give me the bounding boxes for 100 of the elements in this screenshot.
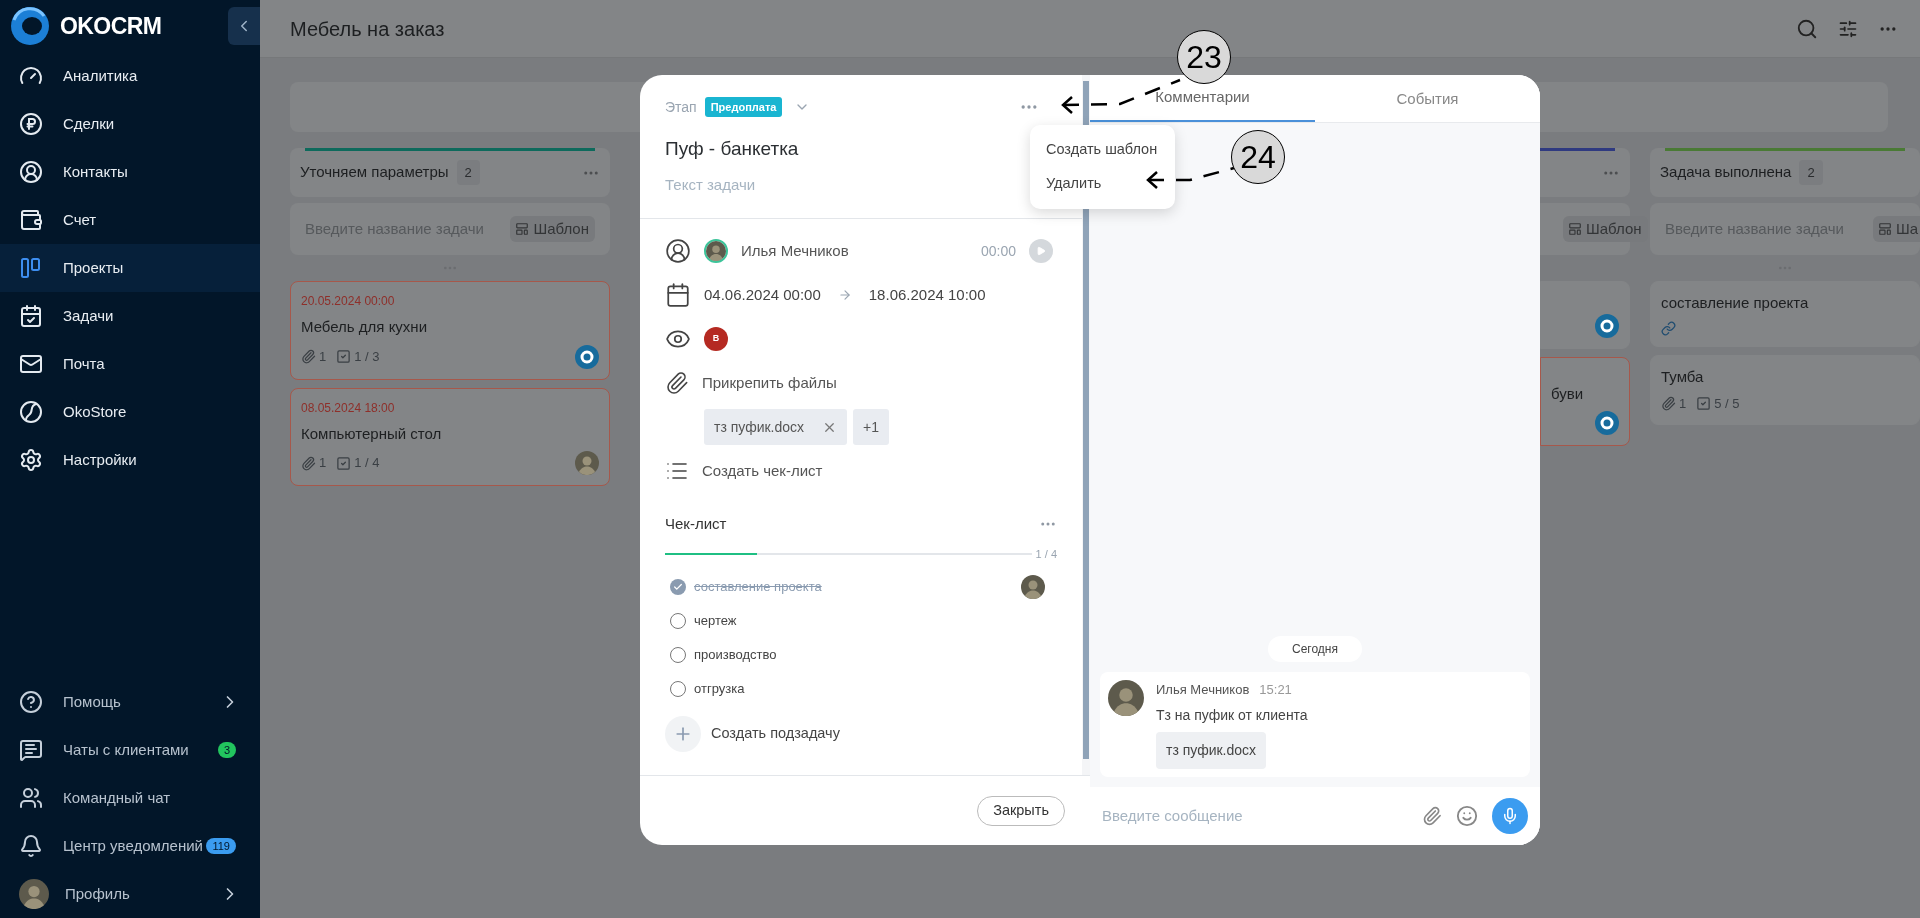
task-card[interactable]: Тумба 1 5 / 5 [1650,354,1920,425]
mail-icon [19,352,43,376]
tab[interactable]: События [1315,75,1540,122]
wallet-icon [19,208,43,232]
checklist-icon [336,455,352,471]
task-card[interactable]: 08.05.2024 18:00 Компьютерный стол 1 1 / 4 [290,387,610,486]
store-icon [19,400,43,424]
menu-item[interactable]: Создать шаблон [1030,133,1175,167]
user-icon [665,238,691,264]
card-date: 20.05.2024 00:00 [301,293,396,310]
task-card[interactable] [1540,281,1630,349]
nav-item[interactable]: Аналитика [0,52,260,100]
watcher-avatar[interactable]: В [704,327,728,351]
nav-item[interactable]: Профиль [0,870,260,918]
create-subtask-link[interactable]: Создать подзадачу [711,723,840,745]
bell-icon [19,834,43,858]
avatar [706,241,726,261]
card-title: Тумба [1661,366,1705,387]
template-icon [515,222,530,236]
task-card[interactable]: составление проекта [1650,281,1920,347]
filter-icon[interactable] [1838,18,1858,39]
nav-item[interactable]: Почта [0,340,260,388]
avatar [19,879,49,909]
attachment-count: 1 [319,347,327,366]
start-date[interactable]: 04.06.2024 00:00 [704,283,821,307]
nav-item[interactable]: Помощь [0,678,260,726]
file-chip[interactable]: тз пуфик.docx [1156,732,1267,769]
attach-files-link[interactable]: Прикрепить файлы [702,371,837,395]
count-badge: 119 [206,838,236,854]
checklist-count: 1 / 4 [354,454,380,473]
nav-item[interactable]: Сделки [0,100,260,148]
user-icon [19,160,43,184]
progress-text: 1 / 4 [1035,546,1057,562]
checklist-title: Чек-лист [665,514,727,534]
logo-icon [10,6,50,46]
logo-text: OKOCRM [60,11,162,41]
column-title: Задача выполнена [1660,162,1792,183]
checklist-count: 1 / 3 [354,347,380,366]
nav-item[interactable]: Задачи [0,292,260,340]
template-icon [1568,222,1582,236]
checklist-item-text: составление проекта [694,578,823,597]
paperclip-icon [665,371,689,395]
checkbox[interactable] [670,579,686,595]
calendar-icon [19,304,43,328]
assignee-name[interactable]: Илья Мечников [741,239,968,263]
check-icon [673,582,683,592]
count-badge: 3 [217,742,236,758]
count-badge: 2 [1799,159,1823,186]
template-icon [1877,222,1892,236]
users-icon [19,786,43,810]
nav-item[interactable]: OkoStore [0,388,260,436]
card-title: составление проекта [1661,293,1810,313]
avatar [1108,679,1144,716]
nav-item[interactable]: Контакты [0,148,260,196]
nav-item[interactable]: Настройки [0,436,260,484]
nav-item[interactable]: Центр уведомлений 119 [0,822,260,870]
avatar [575,451,599,475]
page-title: Мебель на заказ [290,16,446,42]
nav-item[interactable]: Проекты [0,244,260,292]
message-author: Илья Мечников [1156,680,1250,699]
stage-label: Этап [665,97,697,117]
checklist-item[interactable]: чертеж [665,604,1057,638]
nav-item[interactable]: Командный чат [0,774,260,822]
file-name: тз пуфик.docx [714,417,805,437]
settings-icon [19,448,43,472]
collapse-button[interactable] [228,7,260,45]
create-checklist-link[interactable]: Создать чек-лист [702,459,823,483]
close-button[interactable]: Закрыть [977,795,1065,826]
card-title: Мебель для кухни [301,317,429,337]
calendar-icon [665,282,691,308]
checklist-icon [336,349,352,364]
nav-item[interactable]: Чаты с клиентами 3 [0,726,260,774]
smile-icon[interactable] [1456,805,1478,827]
menu-item[interactable]: Удалить [1030,166,1175,201]
checklist-item-text: отгрузка [694,680,746,699]
card-title: Компьютерный стол [301,423,443,444]
microphone-icon [1501,807,1519,825]
end-date[interactable]: 18.06.2024 10:00 [868,283,986,307]
task-card[interactable]: буви [1540,357,1630,446]
timer: 00:00 [980,241,1016,261]
more-files-chip[interactable]: +1 [853,409,890,445]
checklist-item[interactable]: производство [665,638,1057,672]
help-icon [19,690,43,714]
microphone-button[interactable] [1492,798,1528,834]
card-date: 08.05.2024 18:00 [301,399,396,417]
add-button[interactable] [665,716,701,752]
column-title: Уточняем параметры [300,162,449,183]
search-icon[interactable] [1796,17,1818,40]
message-time: 15:21 [1259,680,1292,699]
nav-item[interactable]: Счет [0,196,260,244]
count-badge: 2 [456,159,480,186]
columns-icon [19,256,43,280]
arrow-right-icon [837,288,852,302]
attachment-count: 1 [319,454,327,473]
paperclip-icon[interactable] [1422,806,1442,826]
checklist-item[interactable]: отгрузка [665,672,1057,706]
file-chip[interactable]: тз пуфик.docx [704,409,848,445]
attachment-count: 1 [1679,395,1687,413]
task-card[interactable]: 20.05.2024 00:00 Мебель для кухни 1 1 / 3 [290,281,610,380]
paperclip-icon [301,455,316,471]
